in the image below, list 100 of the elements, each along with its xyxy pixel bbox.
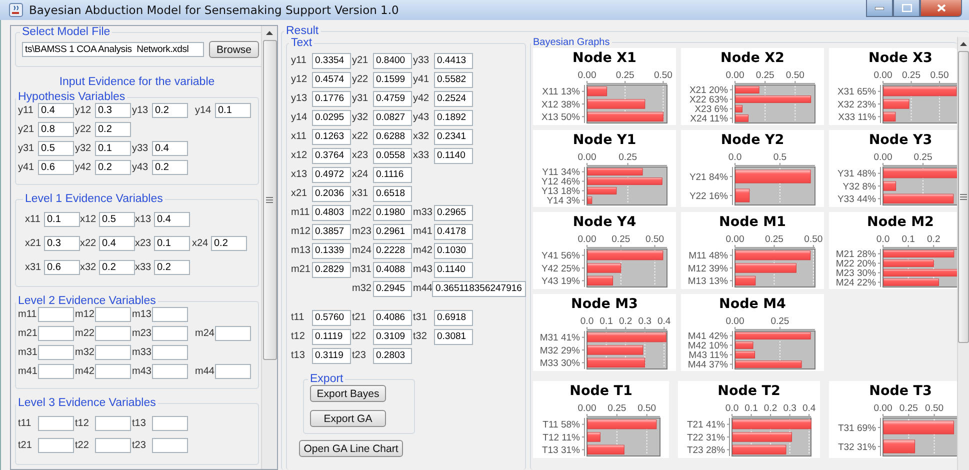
input-field[interactable]: 0.3 [44, 236, 80, 251]
field-label: x24 [352, 169, 370, 180]
input-field[interactable]: 0.2 [152, 103, 188, 118]
open-chart-button[interactable]: Open GA Line Chart [299, 440, 403, 457]
output-field[interactable]: 0.2524 [434, 90, 473, 106]
output-field[interactable]: 0.2803 [373, 348, 412, 364]
output-field[interactable]: 0.4413 [434, 52, 473, 68]
input-field[interactable]: 0.2 [95, 122, 131, 137]
input-field[interactable]: 0.2 [95, 160, 131, 175]
output-field[interactable]: 0.2965 [434, 204, 473, 220]
output-field[interactable]: 0.2228 [373, 242, 412, 258]
tick-label: 0.00 [578, 70, 596, 81]
output-field[interactable]: 0.3857 [312, 224, 351, 240]
field-label: m21 [18, 328, 38, 339]
output-field[interactable]: 0.4972 [312, 166, 351, 182]
bar-label: M12 39% [688, 263, 728, 274]
field-label: x31 [352, 188, 370, 199]
tick-label: 0.25 [764, 234, 784, 245]
output-field[interactable]: 0.1119 [312, 328, 351, 344]
input-field[interactable]: 0.1 [154, 236, 190, 251]
output-field[interactable]: 0.3119 [312, 348, 351, 364]
output-field[interactable]: 0.4574 [312, 72, 351, 88]
input-field[interactable]: 0.2 [211, 236, 247, 251]
output-field[interactable]: 0.1980 [373, 204, 412, 220]
input-field[interactable]: 0.6 [44, 260, 80, 275]
group-title: Level 3 Evidence Variables [17, 397, 157, 409]
file-path-field[interactable]: ts\BAMSS 1 COA Analysis Network.xdsl [22, 42, 204, 57]
output-field[interactable]: 0.0827 [373, 110, 412, 126]
output-field[interactable]: 0.4803 [312, 204, 351, 220]
input-field[interactable]: 0.5 [99, 212, 135, 227]
output-field[interactable]: 0.2945 [373, 280, 412, 296]
output-field[interactable]: 0.1263 [312, 128, 351, 144]
field-label: t21 [352, 312, 367, 323]
output-field[interactable]: 0.2961 [373, 224, 412, 240]
input-field[interactable]: 0.1 [95, 141, 131, 156]
output-field[interactable]: 0.365118356247916 [432, 280, 526, 296]
output-field[interactable]: 0.8400 [373, 52, 412, 68]
input-field[interactable]: 0.4 [152, 141, 188, 156]
input-field[interactable]: 0.3 [95, 103, 131, 118]
output-field[interactable]: 0.1140 [434, 262, 473, 278]
export-button[interactable]: Export GA [310, 410, 386, 427]
field-label: y31 [18, 143, 36, 154]
bar-label: Y33 44% [837, 194, 876, 205]
tick-label: 0.00 [726, 70, 744, 81]
output-field[interactable]: 0.3354 [312, 52, 351, 68]
input-field[interactable]: 0.1 [215, 103, 251, 118]
output-field[interactable]: 0.5760 [312, 310, 351, 326]
output-field[interactable]: 0.3109 [373, 328, 412, 344]
input-field[interactable]: 0.2 [152, 160, 188, 175]
field-label: x23 [352, 150, 370, 161]
bar-label: X33 11% [838, 112, 876, 123]
output-field[interactable]: 0.6518 [373, 186, 412, 202]
output-field[interactable]: 0.2829 [312, 262, 351, 278]
output-field[interactable]: 0.3081 [434, 328, 473, 344]
input-field[interactable]: 0.8 [38, 122, 74, 137]
output-field[interactable]: 0.2036 [312, 186, 351, 202]
output-field[interactable]: 0.1030 [434, 242, 473, 258]
output-field[interactable]: 0.6918 [434, 310, 473, 326]
chart-title: Node X2 [720, 49, 786, 68]
output-field[interactable]: 0.0558 [373, 148, 412, 164]
input-field[interactable]: 0.4 [154, 212, 190, 227]
output-field[interactable]: 0.4088 [373, 262, 412, 278]
group-title: Export [309, 373, 344, 385]
output-field[interactable]: 0.4178 [434, 224, 473, 240]
bar-label: T22 31% [686, 432, 725, 444]
field-label: m42 [75, 366, 95, 377]
input-field[interactable]: 0.1 [44, 212, 80, 227]
field-label: y32 [352, 112, 370, 123]
input-field[interactable]: 0.2 [154, 260, 190, 275]
output-field[interactable]: 0.1116 [373, 166, 412, 182]
output-field[interactable]: 0.4759 [373, 90, 412, 106]
output-field[interactable]: 0.1140 [434, 148, 473, 164]
input-field[interactable]: 0.5 [38, 141, 74, 156]
input-field[interactable]: 0.4 [38, 103, 74, 118]
output-field[interactable]: 0.0295 [312, 110, 351, 126]
field-label: x22 [352, 131, 370, 142]
export-button[interactable]: Export Bayes [310, 385, 386, 402]
output-field[interactable]: 0.5582 [434, 72, 473, 88]
output-field[interactable]: 0.3764 [312, 148, 351, 164]
output-field[interactable]: 0.6288 [373, 128, 412, 144]
bar-label: M23 30% [836, 268, 876, 280]
output-field[interactable]: 0.4086 [373, 310, 412, 326]
output-field[interactable]: 0.1892 [434, 110, 473, 126]
input-field[interactable]: 0.6 [38, 160, 74, 175]
input-field[interactable]: 0.2 [99, 260, 135, 275]
tick-label: 0.00 [874, 403, 892, 414]
bar-label: M13 13% [688, 276, 728, 287]
field-label: m33 [132, 347, 152, 358]
bar-label: T13 31% [542, 444, 580, 456]
output-field[interactable]: 0.1599 [373, 72, 412, 88]
output-field[interactable]: 0.1339 [312, 242, 351, 258]
input-field[interactable]: 0.4 [99, 236, 135, 251]
browse-button[interactable]: Browse [209, 41, 259, 58]
bar-label: X21 20% [689, 85, 728, 96]
output-field[interactable]: 0.1776 [312, 90, 351, 106]
field-label: x24 [192, 238, 210, 249]
output-field[interactable]: 0.2341 [434, 128, 473, 144]
bar-label: X24 11% [690, 114, 728, 125]
field-label: y13 [132, 105, 150, 116]
field-label: t11 [18, 418, 32, 429]
